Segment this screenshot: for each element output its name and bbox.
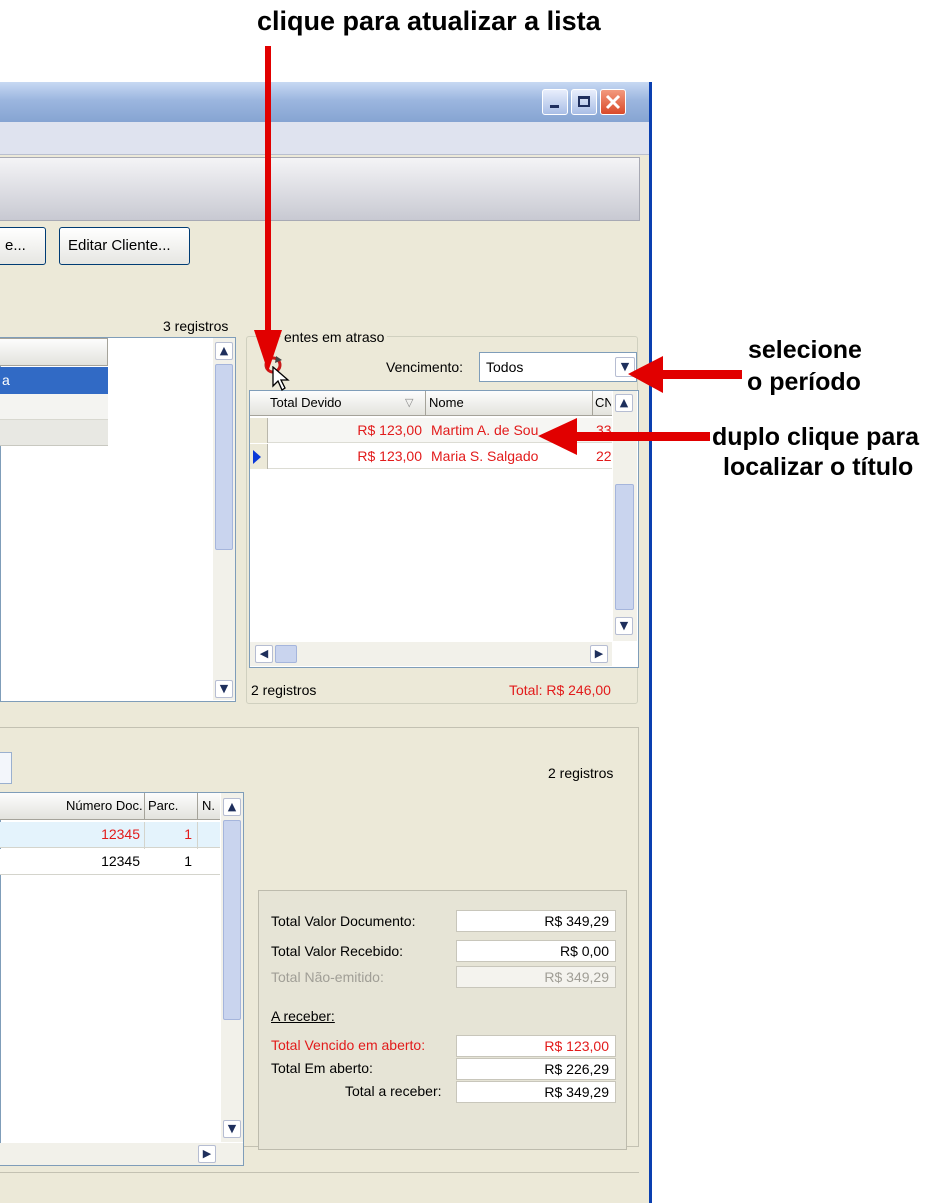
- row-doc: 12345: [101, 826, 140, 842]
- row-cn: 22: [596, 448, 612, 464]
- annotation-period-line1: selecione: [748, 336, 862, 364]
- clients-row[interactable]: [0, 394, 108, 420]
- row-total: R$ 123,00: [357, 422, 422, 438]
- scroll-down-button[interactable]: ▼: [223, 1120, 241, 1138]
- close-button[interactable]: [600, 89, 626, 115]
- current-row-pointer-icon: [253, 450, 261, 464]
- col-cn[interactable]: CN: [595, 395, 611, 410]
- clients-count: 3 registros: [163, 318, 229, 334]
- menu-bar: [0, 122, 649, 155]
- titles-count: 2 registros: [548, 765, 614, 781]
- status-bar: [0, 1172, 639, 1203]
- vencimento-select[interactable]: Todos ▼: [479, 352, 637, 382]
- col-divider: [425, 391, 426, 416]
- summary-open-value: R$ 226,29: [456, 1058, 616, 1080]
- scroll-up-button[interactable]: ▲: [215, 342, 233, 360]
- partial-button[interactable]: e...: [0, 227, 46, 265]
- tab-edge: [0, 752, 12, 784]
- summary-recv-value: R$ 0,00: [456, 940, 616, 962]
- annotation-refresh: clique para atualizar a lista: [257, 6, 601, 36]
- summary-doc-label: Total Valor Documento:: [271, 913, 416, 929]
- summary-receivable-heading: A receber:: [271, 1008, 335, 1024]
- summary-overdue-value: R$ 123,00: [456, 1035, 616, 1057]
- annotation-dblclick-line2: localizar o título: [723, 453, 914, 481]
- summary-nonissued-value: R$ 349,29: [456, 966, 616, 988]
- summary-toreceive-label: Total a receber:: [345, 1083, 442, 1099]
- col-n[interactable]: N.: [202, 798, 218, 813]
- col-nome[interactable]: Nome: [429, 395, 464, 410]
- scroll-right-button[interactable]: ▶: [590, 645, 608, 663]
- maximize-button[interactable]: [571, 89, 597, 115]
- annotation-period-line2: o período: [747, 368, 861, 396]
- scroll-thumb[interactable]: [215, 364, 233, 550]
- col-total-devido[interactable]: Total Devido: [270, 395, 342, 410]
- row-total: R$ 123,00: [357, 448, 422, 464]
- scroll-thumb[interactable]: [275, 645, 297, 663]
- row-indicator: [250, 418, 268, 443]
- summary-nonissued-label: Total Não-emitido:: [271, 969, 384, 985]
- summary-toreceive-value: R$ 349,29: [456, 1081, 616, 1103]
- scroll-up-button[interactable]: ▲: [223, 798, 241, 816]
- col-parc[interactable]: Parc.: [148, 798, 178, 813]
- vencimento-label: Vencimento:: [386, 359, 464, 375]
- row-parc: 1: [184, 826, 192, 842]
- overdue-count: 2 registros: [251, 682, 317, 698]
- overdue-hscrollbar[interactable]: [250, 642, 612, 666]
- clients-row-selected[interactable]: a: [0, 367, 108, 394]
- scroll-thumb[interactable]: [615, 484, 634, 610]
- clients-row-text: a: [2, 372, 10, 388]
- col-divider: [197, 793, 198, 820]
- summary-recv-label: Total Valor Recebido:: [271, 943, 404, 959]
- row-parc: 1: [184, 853, 192, 869]
- summary-overdue-label: Total Vencido em aberto:: [271, 1037, 426, 1053]
- chevron-down-icon[interactable]: ▼: [615, 357, 635, 377]
- row-cn: 33: [596, 422, 612, 438]
- scroll-thumb[interactable]: [223, 820, 241, 1020]
- scroll-down-button[interactable]: ▼: [615, 617, 633, 635]
- clients-grid-header: [0, 338, 108, 366]
- scroll-left-button[interactable]: ◀: [255, 645, 273, 663]
- row-nome: Martim A. de Sou: [431, 422, 539, 438]
- scroll-up-button[interactable]: ▲: [615, 394, 633, 412]
- summary-doc-value: R$ 349,29: [456, 910, 616, 932]
- sort-icon: ▽: [405, 396, 414, 409]
- vencimento-value: Todos: [486, 359, 524, 375]
- form-header: [0, 157, 640, 221]
- annotation-dblclick-line1: duplo clique para: [712, 423, 919, 451]
- scroll-down-button[interactable]: ▼: [215, 680, 233, 698]
- overdue-group-title: entes em atraso: [281, 329, 388, 345]
- summary-open-label: Total Em aberto:: [271, 1060, 373, 1076]
- scroll-right-button[interactable]: ▶: [198, 1145, 216, 1163]
- edit-client-button[interactable]: Editar Cliente...: [59, 227, 190, 265]
- row-doc: 12345: [101, 853, 140, 869]
- row-nome: Maria S. Salgado: [431, 448, 539, 464]
- col-divider: [592, 391, 593, 416]
- mouse-cursor-icon: [272, 365, 290, 392]
- overdue-total: Total: R$ 246,00: [509, 682, 611, 698]
- col-divider: [144, 793, 145, 820]
- minimize-button[interactable]: [542, 89, 568, 115]
- clients-row[interactable]: [0, 420, 108, 446]
- col-numero-doc[interactable]: Número Doc.: [66, 798, 142, 813]
